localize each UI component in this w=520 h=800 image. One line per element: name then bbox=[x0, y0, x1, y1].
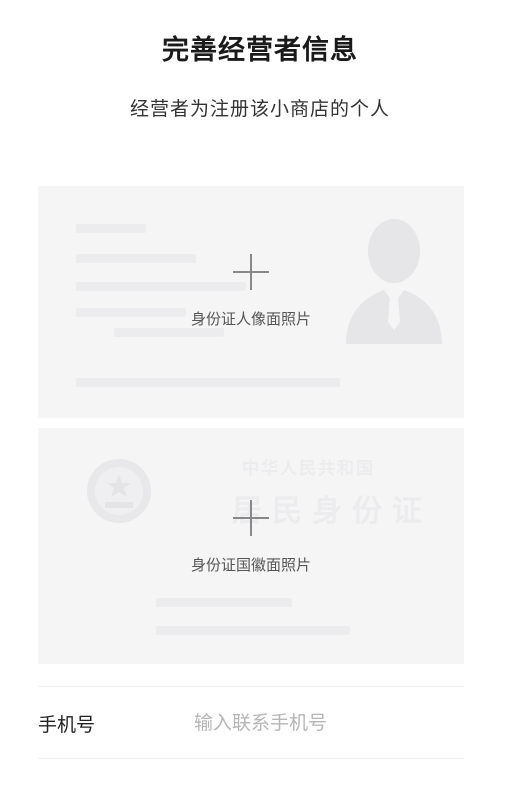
upload-front-label: 身份证人像面照片 bbox=[190, 310, 311, 328]
placeholder-line bbox=[76, 378, 340, 387]
id-card-back-upload[interactable]: 中华人民共和国 居民身份证 身份证国徽面照片 bbox=[38, 428, 464, 664]
phone-label: 手机号 bbox=[38, 713, 96, 736]
phone-row: 手机号 bbox=[38, 688, 464, 758]
id-card-front-upload[interactable]: 身份证人像面照片 bbox=[38, 186, 464, 418]
divider bbox=[38, 758, 464, 759]
id-card-country-text: 中华人民共和国 bbox=[242, 459, 375, 479]
divider bbox=[38, 686, 464, 687]
upload-back-button[interactable]: 身份证国徽面照片 bbox=[38, 498, 464, 575]
upload-back-label: 身份证国徽面照片 bbox=[190, 556, 311, 574]
placeholder-line bbox=[156, 626, 350, 635]
plus-icon bbox=[231, 252, 271, 292]
placeholder-line bbox=[114, 328, 224, 337]
plus-icon bbox=[231, 498, 271, 538]
page-title: 完善经营者信息 bbox=[162, 35, 358, 66]
placeholder-line bbox=[76, 224, 146, 233]
upload-front-button[interactable]: 身份证人像面照片 bbox=[38, 252, 464, 329]
placeholder-line bbox=[156, 598, 292, 607]
phone-input[interactable] bbox=[194, 712, 454, 734]
page-subtitle: 经营者为注册该小商店的个人 bbox=[129, 98, 390, 120]
